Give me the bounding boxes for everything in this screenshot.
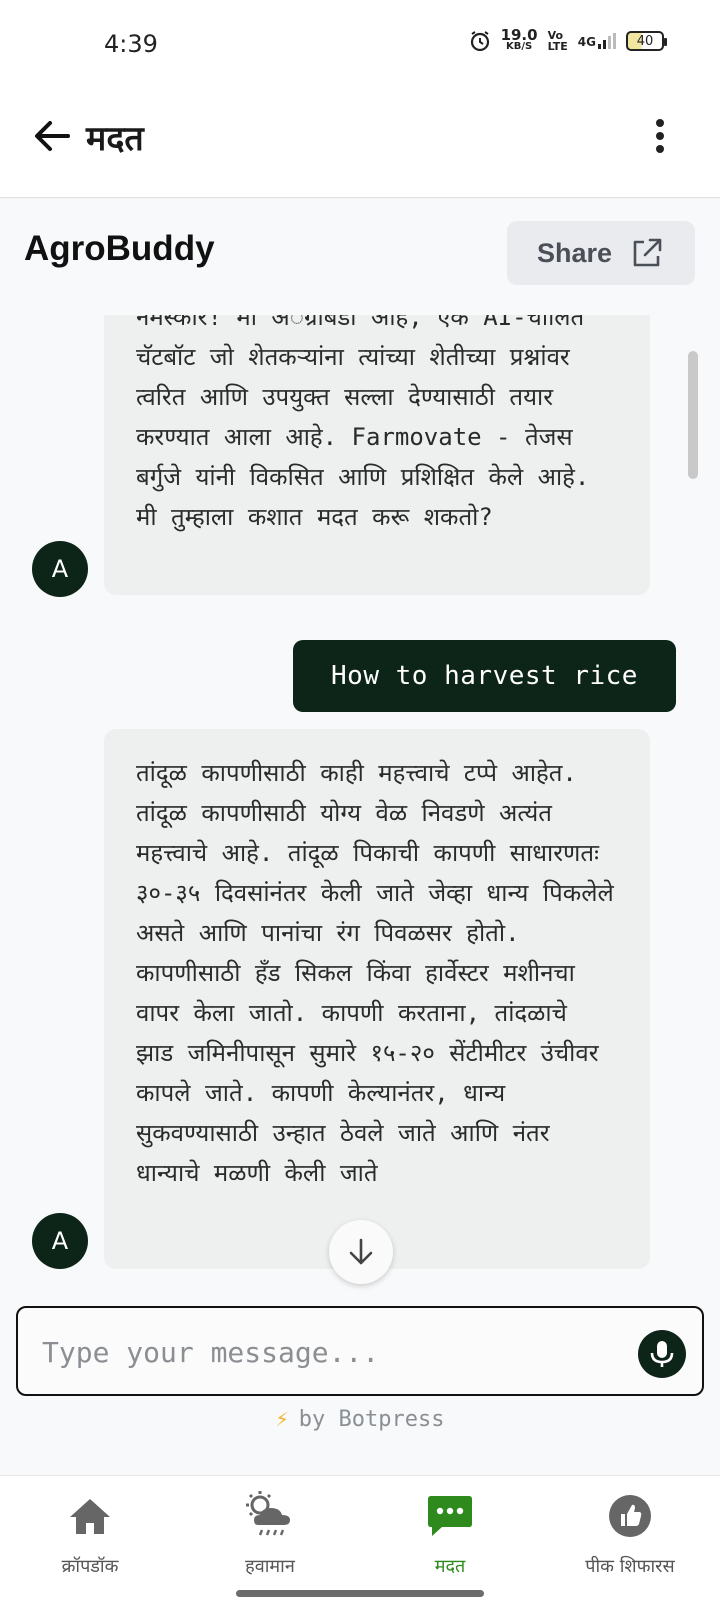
volte-indicator: Vo LTE [547, 29, 568, 53]
arrow-left-icon [35, 121, 70, 151]
arrow-down-icon [349, 1238, 373, 1265]
status-time: 4:39 [104, 30, 158, 58]
microphone-icon [650, 1341, 674, 1367]
powered-by[interactable]: ⚡ by Botpress [0, 1407, 720, 1432]
scroll-to-bottom-button[interactable] [329, 1220, 393, 1284]
battery-icon: 40 [626, 31, 667, 51]
scrollbar[interactable] [688, 351, 698, 479]
back-button[interactable] [32, 116, 72, 156]
chat-icon [420, 1488, 480, 1544]
thumbs-up-icon [600, 1488, 660, 1544]
network-speed: 19.0 KB/S [500, 26, 538, 53]
avatar: A [32, 1213, 88, 1269]
home-icon [60, 1488, 120, 1544]
nav-item-help[interactable]: मदत [360, 1476, 540, 1600]
external-link-icon [633, 238, 662, 267]
nav-item-weather[interactable]: हवामान [180, 1476, 360, 1600]
bot-header: AgroBuddy Share [0, 199, 720, 315]
avatar: A [32, 541, 88, 597]
nav-label: पीक शिफारस [585, 1556, 675, 1577]
nav-label: हवामान [245, 1556, 295, 1577]
bottom-nav: क्रॉपडॉक हवामान मदत पीक शिफारस [0, 1475, 720, 1600]
user-message: How to harvest rice [293, 640, 676, 712]
nav-item-cropdoc[interactable]: क्रॉपडॉक [0, 1476, 180, 1600]
home-indicator[interactable] [236, 1590, 484, 1597]
share-label: Share [537, 237, 613, 268]
share-button[interactable]: Share [507, 221, 695, 285]
bot-name: AgroBuddy [24, 229, 215, 268]
app-bar: मदत [0, 86, 720, 198]
lightning-icon: ⚡ [275, 1407, 289, 1432]
nav-label: मदत [434, 1556, 466, 1577]
bot-message: नमस्कार! मी अॅग्रोबडी आहे, एक AI-चालित च… [104, 295, 650, 595]
page-title: मदत [86, 119, 144, 159]
status-icons: 19.0 KB/S Vo LTE 4G 40 [469, 26, 667, 53]
chat-area: नमस्कार! मी अॅग्रोबडी आहे, एक AI-चालित च… [0, 199, 720, 1475]
alarm-icon [469, 30, 491, 52]
signal-icon: 4G [578, 33, 616, 49]
message-composer [16, 1306, 704, 1396]
weather-icon [240, 1488, 300, 1544]
nav-label: क्रॉपडॉक [61, 1556, 119, 1577]
more-vert-icon [656, 119, 664, 127]
message-input[interactable] [42, 1330, 602, 1374]
status-bar: 4:39 19.0 KB/S Vo LTE 4G 40 [0, 0, 720, 86]
mic-button[interactable] [638, 1330, 686, 1378]
nav-item-crop-recommendation[interactable]: पीक शिफारस [540, 1476, 720, 1600]
more-options-button[interactable] [650, 116, 670, 156]
bot-message: तांदूळ कापणीसाठी काही महत्त्वाचे टप्पे आ… [104, 729, 650, 1269]
